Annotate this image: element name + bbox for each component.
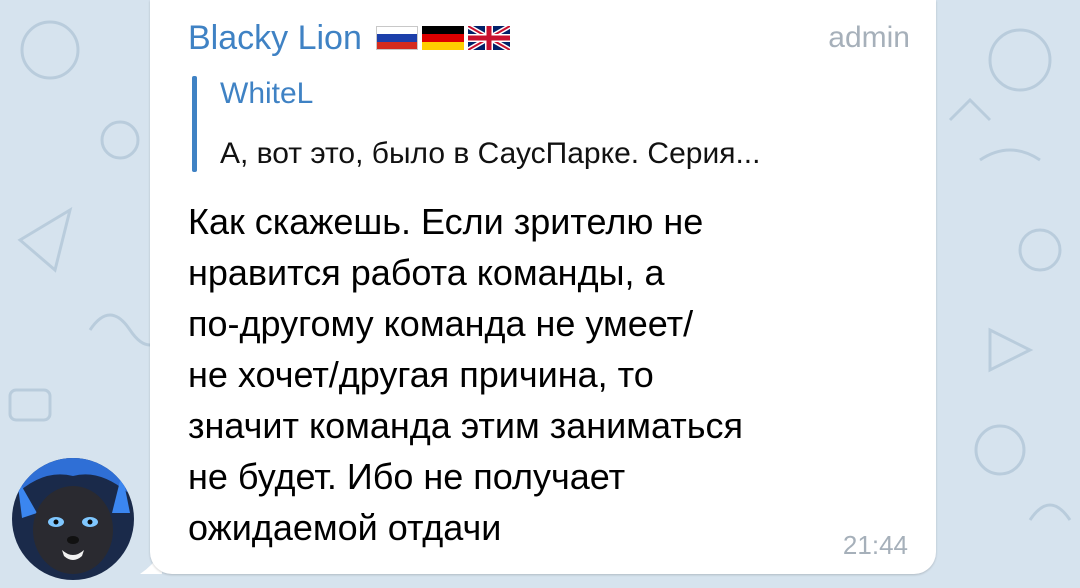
- admin-badge: admin: [828, 21, 910, 54]
- reply-author: WhiteL: [220, 77, 314, 110]
- message-time: 21:44: [842, 530, 908, 560]
- message-line: нравится работа команды, а: [188, 252, 665, 293]
- sender-name[interactable]: Blacky Lion: [188, 16, 362, 60]
- message-line: ожидаемой отдачи: [188, 507, 502, 548]
- message-text: Как скажешь. Если зрителю не нравится ра…: [188, 196, 908, 553]
- reply-quote[interactable]: WhiteL А, вот это, было в СаусПарке. Сер…: [192, 74, 912, 176]
- message-line: по-другому команда не умеет/: [188, 303, 694, 344]
- message-line: не хочет/другая причина, то: [188, 354, 654, 395]
- message-line: значит команда этим заниматься: [188, 405, 743, 446]
- russia-flag-icon: [375, 26, 418, 50]
- message-line: не будет. Ибо не получает: [188, 456, 626, 497]
- uk-flag-icon: [467, 26, 510, 50]
- message-line: Как скажешь. Если зрителю не: [188, 201, 704, 242]
- avatar-image: [12, 458, 134, 580]
- germany-flag-icon: [421, 26, 464, 50]
- message-header: Blacky Lion admin: [188, 16, 910, 60]
- sender-flags: [375, 26, 510, 50]
- reply-text: А, вот это, было в СаусПарке. Серия...: [220, 137, 761, 170]
- reply-accent-bar: [192, 76, 197, 172]
- avatar[interactable]: [12, 458, 134, 580]
